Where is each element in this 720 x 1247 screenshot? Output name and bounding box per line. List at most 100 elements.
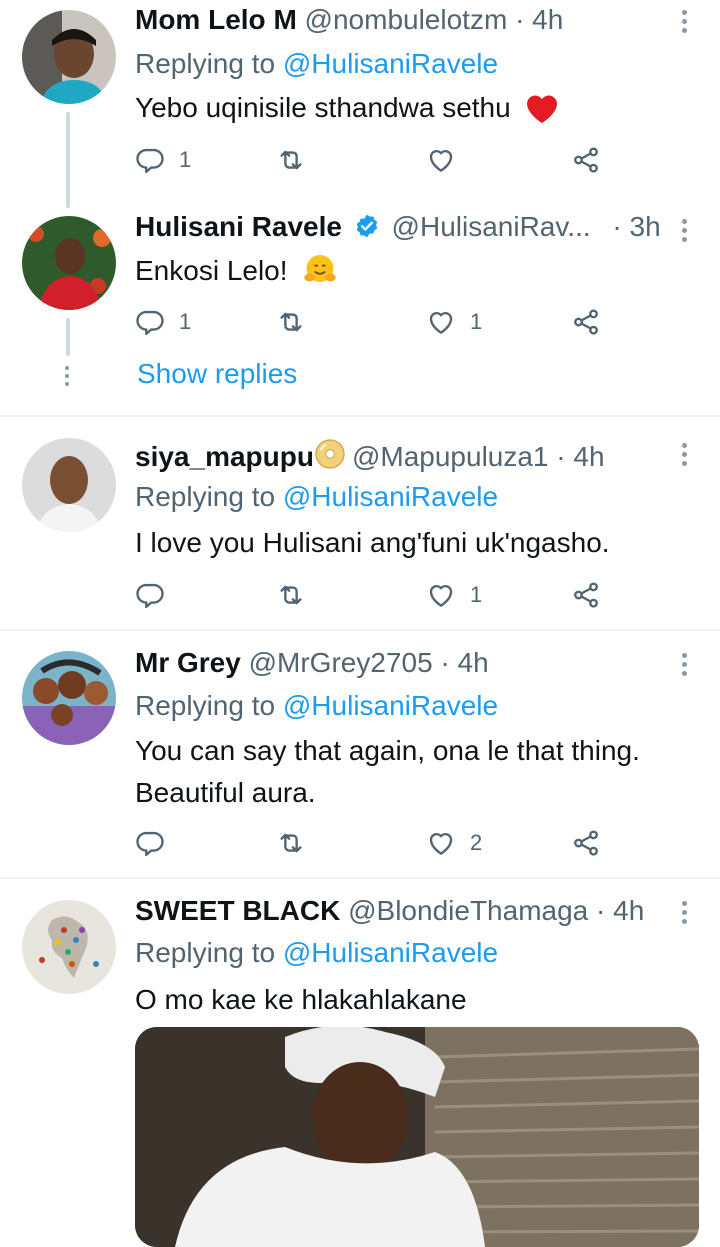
display-name[interactable]: Mr Grey bbox=[135, 647, 241, 678]
tweet-text: Enkosi Lelo! bbox=[135, 250, 690, 300]
like-button[interactable]: 1 bbox=[426, 305, 482, 339]
display-name[interactable]: Hulisani Ravele bbox=[135, 211, 342, 242]
user-handle[interactable]: @HulisaniRav... bbox=[392, 211, 591, 242]
heart-icon bbox=[426, 307, 456, 337]
more-icon[interactable] bbox=[681, 10, 689, 37]
avatar[interactable] bbox=[22, 216, 116, 310]
verified-badge-icon bbox=[356, 214, 377, 238]
display-name[interactable]: Mom Lelo M bbox=[135, 4, 297, 35]
thread-gap-dots bbox=[65, 366, 69, 390]
mention-link[interactable]: @HulisaniRavele bbox=[283, 690, 498, 721]
separator-dot: · bbox=[515, 4, 525, 35]
like-count: 2 bbox=[470, 830, 483, 855]
tweet-header: siya_mapupu @Mapupuluza1 · 4h bbox=[135, 438, 680, 478]
reply-button[interactable] bbox=[135, 578, 165, 612]
tweet-header: Mom Lelo M @nombulelotzm · 4h bbox=[135, 3, 680, 37]
action-bar: 1 bbox=[135, 143, 615, 177]
retweet-button[interactable] bbox=[276, 305, 306, 339]
more-icon[interactable] bbox=[681, 219, 689, 246]
tweet-siya-mapupu[interactable]: siya_mapupu @Mapupuluza1 · 4h Replying t… bbox=[0, 417, 720, 629]
share-button[interactable] bbox=[571, 826, 601, 860]
tweet-text-content: Yebo uqinisile sthandwa sethu bbox=[135, 92, 511, 123]
separator-dot: · bbox=[612, 211, 622, 242]
more-icon[interactable] bbox=[681, 443, 689, 470]
tweet-text: O mo kae ke hlakahlakane bbox=[135, 979, 690, 1021]
replying-to-prefix: Replying to bbox=[135, 937, 276, 968]
user-handle[interactable]: @BlondieThamaga bbox=[348, 895, 588, 926]
reply-button[interactable]: 1 bbox=[135, 143, 191, 177]
user-handle[interactable]: @nombulelotzm bbox=[305, 4, 508, 35]
tweet-hulisani-ravele[interactable]: Hulisani Ravele @HulisaniRav... · 3h Enk… bbox=[0, 200, 720, 415]
reply-icon bbox=[135, 828, 165, 858]
avatar[interactable] bbox=[22, 10, 116, 104]
red-heart-emoji bbox=[524, 91, 560, 137]
hugging-face-emoji bbox=[301, 252, 339, 300]
tweet-text: You can say that again, ona le that thin… bbox=[135, 730, 700, 814]
separator-dot: · bbox=[556, 441, 566, 472]
tweet-header: Hulisani Ravele @HulisaniRav... · 3h bbox=[135, 210, 680, 244]
more-icon[interactable] bbox=[681, 653, 689, 680]
action-bar: 1 1 bbox=[135, 305, 615, 339]
tweet-text-content: I love you Hulisani ang'funi uk'ngasho. bbox=[135, 527, 610, 558]
replying-to: Replying to @HulisaniRavele bbox=[135, 480, 498, 514]
share-button[interactable] bbox=[571, 578, 601, 612]
reply-icon bbox=[135, 145, 165, 175]
retweet-icon bbox=[276, 828, 306, 858]
like-button[interactable] bbox=[426, 143, 456, 177]
user-handle[interactable]: @Mapupuluza1 bbox=[352, 441, 549, 472]
display-name[interactable]: SWEET BLACK bbox=[135, 895, 340, 926]
tweet-text: I love you Hulisani ang'funi uk'ngasho. bbox=[135, 522, 690, 564]
like-button[interactable]: 1 bbox=[426, 578, 482, 612]
share-icon bbox=[571, 828, 601, 858]
retweet-button[interactable] bbox=[276, 826, 306, 860]
timestamp[interactable]: 4h bbox=[458, 647, 489, 678]
reply-icon bbox=[135, 307, 165, 337]
heart-icon bbox=[426, 145, 456, 175]
tweet-mom-lelo[interactable]: Mom Lelo M @nombulelotzm · 4h Replying t… bbox=[0, 0, 720, 200]
retweet-icon bbox=[276, 307, 306, 337]
separator-dot: · bbox=[440, 647, 450, 678]
timestamp[interactable]: 4h bbox=[613, 895, 644, 926]
timestamp[interactable]: 4h bbox=[573, 441, 604, 472]
separator-dot: · bbox=[596, 895, 606, 926]
heart-icon bbox=[426, 580, 456, 610]
reply-button[interactable] bbox=[135, 826, 165, 860]
avatar[interactable] bbox=[22, 438, 116, 532]
show-replies-link[interactable]: Show replies bbox=[137, 358, 297, 390]
share-button[interactable] bbox=[571, 143, 601, 177]
mention-link[interactable]: @HulisaniRavele bbox=[283, 937, 498, 968]
retweet-button[interactable] bbox=[276, 143, 306, 177]
replying-to: Replying to @HulisaniRavele bbox=[135, 689, 498, 723]
tweet-mr-grey[interactable]: Mr Grey @MrGrey2705 · 4h Replying to @Hu… bbox=[0, 631, 720, 878]
reply-count: 1 bbox=[179, 309, 192, 334]
like-count: 1 bbox=[470, 582, 483, 607]
like-count: 1 bbox=[470, 309, 483, 334]
reply-button[interactable]: 1 bbox=[135, 305, 191, 339]
heart-icon bbox=[426, 828, 456, 858]
tweet-text: Yebo uqinisile sthandwa sethu bbox=[135, 87, 690, 137]
avatar[interactable] bbox=[22, 651, 116, 745]
share-button[interactable] bbox=[571, 305, 601, 339]
avatar[interactable] bbox=[22, 900, 116, 994]
action-bar: 1 bbox=[135, 578, 615, 612]
timestamp[interactable]: 3h bbox=[630, 211, 661, 242]
replying-to-prefix: Replying to bbox=[135, 690, 276, 721]
replying-to-prefix: Replying to bbox=[135, 48, 276, 79]
mention-link[interactable]: @HulisaniRavele bbox=[283, 48, 498, 79]
more-icon[interactable] bbox=[681, 901, 689, 928]
replying-to: Replying to @HulisaniRavele bbox=[135, 47, 498, 81]
retweet-button[interactable] bbox=[276, 578, 306, 612]
dvd-disc-emoji bbox=[314, 438, 346, 478]
retweet-icon bbox=[276, 145, 306, 175]
mention-link[interactable]: @HulisaniRavele bbox=[283, 481, 498, 512]
user-handle[interactable]: @MrGrey2705 bbox=[249, 647, 433, 678]
retweet-icon bbox=[276, 580, 306, 610]
display-name[interactable]: siya_mapupu bbox=[135, 441, 314, 472]
timestamp[interactable]: 4h bbox=[532, 4, 563, 35]
media-thumbnail bbox=[135, 1027, 699, 1247]
media-attachment[interactable] bbox=[135, 1027, 699, 1247]
tweet-header: SWEET BLACK @BlondieThamaga · 4h bbox=[135, 894, 680, 928]
tweet-header: Mr Grey @MrGrey2705 · 4h bbox=[135, 646, 680, 680]
share-icon bbox=[571, 580, 601, 610]
like-button[interactable]: 2 bbox=[426, 826, 482, 860]
